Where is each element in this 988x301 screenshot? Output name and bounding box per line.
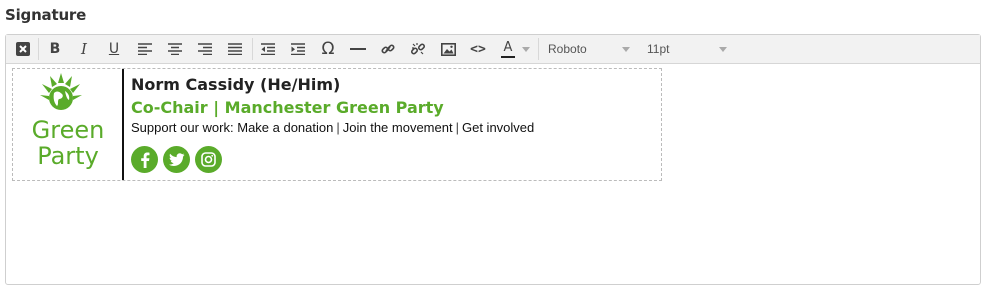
editor-toolbar: B I U Ω <> A Roboto 11pt	[6, 35, 980, 64]
font-size-value: 11pt	[647, 42, 670, 56]
link-icon	[381, 44, 395, 54]
chevron-down-icon	[719, 47, 727, 52]
twitter-link[interactable]	[163, 146, 190, 173]
signature-table: Green Party Norm Cassidy (He/Him) Co-Cha…	[12, 68, 662, 181]
signature-role: Co-Chair | Manchester Green Party	[131, 98, 444, 117]
align-center-icon	[168, 43, 182, 55]
facebook-link[interactable]	[131, 146, 158, 173]
instagram-icon	[201, 152, 216, 167]
join-link[interactable]: Join the movement	[343, 120, 453, 135]
editor-content[interactable]: Green Party Norm Cassidy (He/Him) Co-Cha…	[6, 64, 980, 284]
section-label: Signature	[5, 6, 87, 24]
chevron-down-icon	[622, 47, 630, 52]
instagram-link[interactable]	[195, 146, 222, 173]
green-party-globe-logo	[40, 73, 82, 110]
separator: |	[455, 120, 459, 135]
text-color-dropdown[interactable]	[521, 38, 531, 60]
indent-icon	[291, 43, 305, 55]
signature-support-line: Support our work: Make a donation | Join t…	[131, 120, 534, 135]
logo-text-line2: Party	[37, 142, 99, 170]
align-justify-button[interactable]	[226, 38, 244, 60]
bold-button[interactable]: B	[46, 38, 64, 60]
underline-button[interactable]: U	[105, 38, 123, 60]
signature-name: Norm Cassidy (He/Him)	[131, 75, 341, 94]
text-color-button[interactable]: A	[499, 38, 517, 60]
logo-cell: Green Party	[13, 69, 124, 180]
font-size-select[interactable]: 11pt	[647, 38, 727, 60]
outdent-button[interactable]	[259, 38, 277, 60]
get-involved-link[interactable]: Get involved	[462, 120, 534, 135]
image-icon	[440, 42, 456, 56]
align-right-icon	[198, 43, 212, 55]
align-left-icon	[138, 43, 152, 55]
indent-button[interactable]	[289, 38, 307, 60]
clear-formatting-button[interactable]	[13, 38, 33, 60]
link-button[interactable]	[379, 38, 397, 60]
text-color-swatch	[501, 55, 515, 58]
rich-text-editor[interactable]: B I U Ω <> A Roboto 11pt Green Party Nor…	[5, 34, 981, 285]
horizontal-line-button[interactable]	[348, 38, 368, 60]
support-prefix: Support our work:	[131, 120, 234, 135]
source-code-button[interactable]: <>	[468, 38, 488, 60]
font-family-value: Roboto	[548, 42, 587, 56]
separator: |	[336, 120, 340, 135]
horizontal-line-icon	[350, 48, 366, 50]
unlink-icon	[411, 43, 425, 55]
italic-button[interactable]: I	[75, 38, 93, 60]
align-justify-icon	[228, 43, 242, 55]
text-color-glyph: A	[503, 39, 513, 55]
align-right-button[interactable]	[196, 38, 214, 60]
twitter-icon	[168, 152, 184, 166]
logo-text-line1: Green	[31, 116, 105, 144]
facebook-icon	[140, 152, 149, 168]
insert-image-button[interactable]	[439, 38, 457, 60]
special-character-button[interactable]: Ω	[318, 38, 338, 60]
font-family-select[interactable]: Roboto	[548, 38, 630, 60]
align-left-button[interactable]	[136, 38, 154, 60]
chevron-down-icon	[522, 46, 530, 52]
unlink-button[interactable]	[409, 38, 427, 60]
signature-divider	[122, 69, 124, 180]
close-box-icon	[16, 42, 30, 56]
donate-link[interactable]: Make a donation	[237, 120, 333, 135]
align-center-button[interactable]	[166, 38, 184, 60]
outdent-icon	[261, 43, 275, 55]
